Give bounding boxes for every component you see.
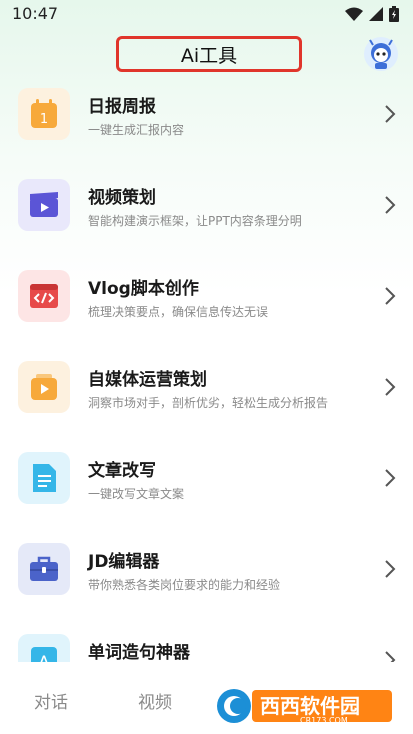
tool-desc: 一键改写文章文案 [88,487,185,501]
chevron-right-icon [385,378,396,396]
tool-title: 自媒体运营策划 [88,370,207,390]
tool-desc: 梳理决策要点，确保信息传达无误 [88,305,269,319]
tool-icon-box [18,543,70,595]
tool-item-jd-editor[interactable]: JD编辑器 带你熟悉各类岗位要求的能力和经验 [0,537,413,627]
tool-item-media-operation[interactable]: 自媒体运营策划 洞察市场对手，剖析优劣，轻松生成分析报告 [0,355,413,445]
chevron-right-icon [385,651,396,662]
tool-desc: 带你熟悉各类岗位要求的能力和经验 [88,578,281,592]
tool-title: JD编辑器 [88,552,160,572]
tool-desc: 一键生成汇报内容 [88,123,185,137]
tool-list: 1 日报周报 一键生成汇报内容 视频策划 智能构建演示框架，让PPT内容条理分明… [0,82,413,662]
tool-title: 文章改写 [88,461,156,481]
signal-icon [369,7,383,21]
robot-avatar-icon [364,37,398,71]
status-bar: 10:47 [0,0,413,30]
chevron-right-icon [385,196,396,214]
tool-title: 日报周报 [88,97,156,117]
tool-desc: 智能构建演示框架，让PPT内容条理分明 [88,214,302,228]
tool-item-video-planning[interactable]: 视频策划 智能构建演示框架，让PPT内容条理分明 [0,173,413,263]
avatar[interactable] [363,36,399,72]
watermark-subtext: CR173.COM [300,716,348,725]
chevron-right-icon [385,469,396,487]
tool-icon-box [18,270,70,322]
chevron-right-icon [385,287,396,305]
tool-icon-box: A [18,634,70,662]
tool-item-daily-report[interactable]: 1 日报周报 一键生成汇报内容 [0,82,413,172]
document-icon [33,464,56,492]
code-window-icon [30,284,58,308]
clapperboard-icon [30,192,58,217]
tool-title: 单词造句神器 [88,643,190,662]
tool-icon-box: 1 [18,88,70,140]
tool-title: 视频策划 [88,188,156,208]
tool-item-article-rewrite[interactable]: 文章改写 一键改写文章文案 [0,446,413,536]
tool-title: Vlog脚本创作 [88,279,199,299]
briefcase-icon [30,556,58,581]
calendar-badge: 1 [40,112,48,127]
tool-desc: 洞察市场对手，剖析优劣，轻松生成分析报告 [88,396,329,410]
watermark-logo: 西西软件园 CR173.COM [217,689,392,725]
letter-badge: A [38,653,50,662]
media-play-icon [31,374,57,400]
header: Ai工具 [0,30,413,82]
status-time: 10:47 [12,4,59,23]
tool-icon-box [18,179,70,231]
tool-item-word-sentence[interactable]: A 单词造句神器 [0,628,413,662]
battery-icon [389,6,399,22]
letter-a-icon: A [31,647,57,662]
page-title: Ai工具 [116,36,302,72]
tool-icon-box [18,452,70,504]
tab-chat[interactable]: 对话 [34,688,68,713]
wifi-icon [345,7,363,21]
chevron-right-icon [385,105,396,123]
tab-video[interactable]: 视频 [138,688,172,713]
chevron-right-icon [385,560,396,578]
status-icons [345,6,399,22]
calendar-icon: 1 [31,99,57,128]
watermark-text: 西西软件园 [260,694,360,718]
tool-item-vlog-script[interactable]: Vlog脚本创作 梳理决策要点，确保信息传达无误 [0,264,413,354]
tool-icon-box [18,361,70,413]
